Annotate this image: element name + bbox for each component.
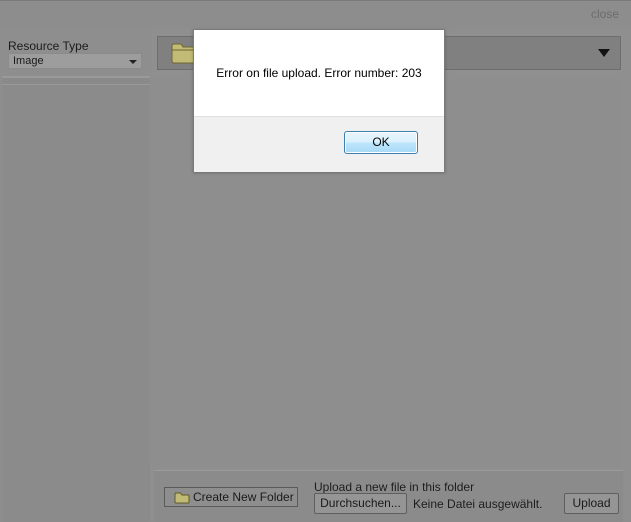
create-new-folder-button[interactable]: Create New Folder — [164, 487, 298, 507]
error-dialog: Error on file upload. Error number: 203 … — [193, 29, 445, 172]
browse-button[interactable]: Durchsuchen... — [314, 493, 407, 514]
file-status-text: Keine Datei ausgewählt. — [413, 497, 543, 511]
chevron-down-icon — [129, 60, 137, 64]
top-bar: close — [0, 0, 631, 27]
resource-type-box: Resource Type Image — [2, 30, 150, 78]
close-link[interactable]: close — [591, 7, 619, 21]
left-panel: Resource Type Image — [2, 30, 150, 522]
folder-icon — [174, 492, 190, 504]
upload-button[interactable]: Upload — [564, 493, 619, 514]
dialog-footer: OK — [194, 116, 444, 172]
dialog-message: Error on file upload. Error number: 203 — [216, 66, 422, 80]
resource-type-label: Resource Type — [8, 39, 89, 53]
upload-caption: Upload a new file in this folder — [314, 480, 475, 494]
create-new-folder-label: Create New Folder — [193, 490, 294, 504]
folder-tree — [2, 84, 150, 522]
bottom-toolbar: Create New Folder Upload a new file in t… — [154, 470, 623, 522]
ok-button[interactable]: OK — [344, 131, 418, 154]
resource-type-value: Image — [13, 55, 44, 67]
chevron-down-icon[interactable] — [598, 49, 610, 57]
resource-type-select[interactable]: Image — [8, 53, 142, 69]
